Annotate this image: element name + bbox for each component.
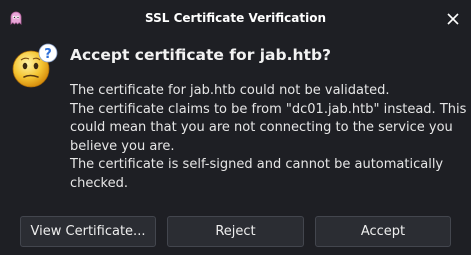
- message-line: The certificate claims to be from "dc01.…: [70, 101, 467, 117]
- svg-text:?: ?: [44, 47, 52, 62]
- accept-button[interactable]: Accept: [315, 216, 451, 247]
- button-row: View Certificate... Reject Accept: [0, 216, 471, 248]
- message-line: The certificate is self-signed and canno…: [70, 157, 444, 172]
- dialog-content: ? Accept certificate for jab.htb? The ce…: [0, 36, 471, 255]
- ssl-verification-dialog: SSL Certificate Verification ? Accept ce…: [0, 0, 471, 255]
- message-line: believe you are.: [70, 138, 175, 154]
- message-line: could mean that you are not connecting t…: [70, 120, 453, 135]
- dialog-message: The certificate for jab.htb could not be…: [70, 82, 467, 193]
- message-line: checked.: [70, 175, 128, 191]
- view-certificate-button[interactable]: View Certificate...: [20, 216, 156, 247]
- reject-button[interactable]: Reject: [167, 216, 304, 247]
- message-line: The certificate for jab.htb could not be…: [70, 83, 390, 98]
- dialog-heading: Accept certificate for jab.htb?: [70, 46, 332, 64]
- close-icon[interactable]: [446, 11, 460, 25]
- title-bar[interactable]: SSL Certificate Verification: [0, 0, 471, 36]
- window-title: SSL Certificate Verification: [145, 11, 326, 25]
- thinking-face-icon: ?: [10, 42, 58, 90]
